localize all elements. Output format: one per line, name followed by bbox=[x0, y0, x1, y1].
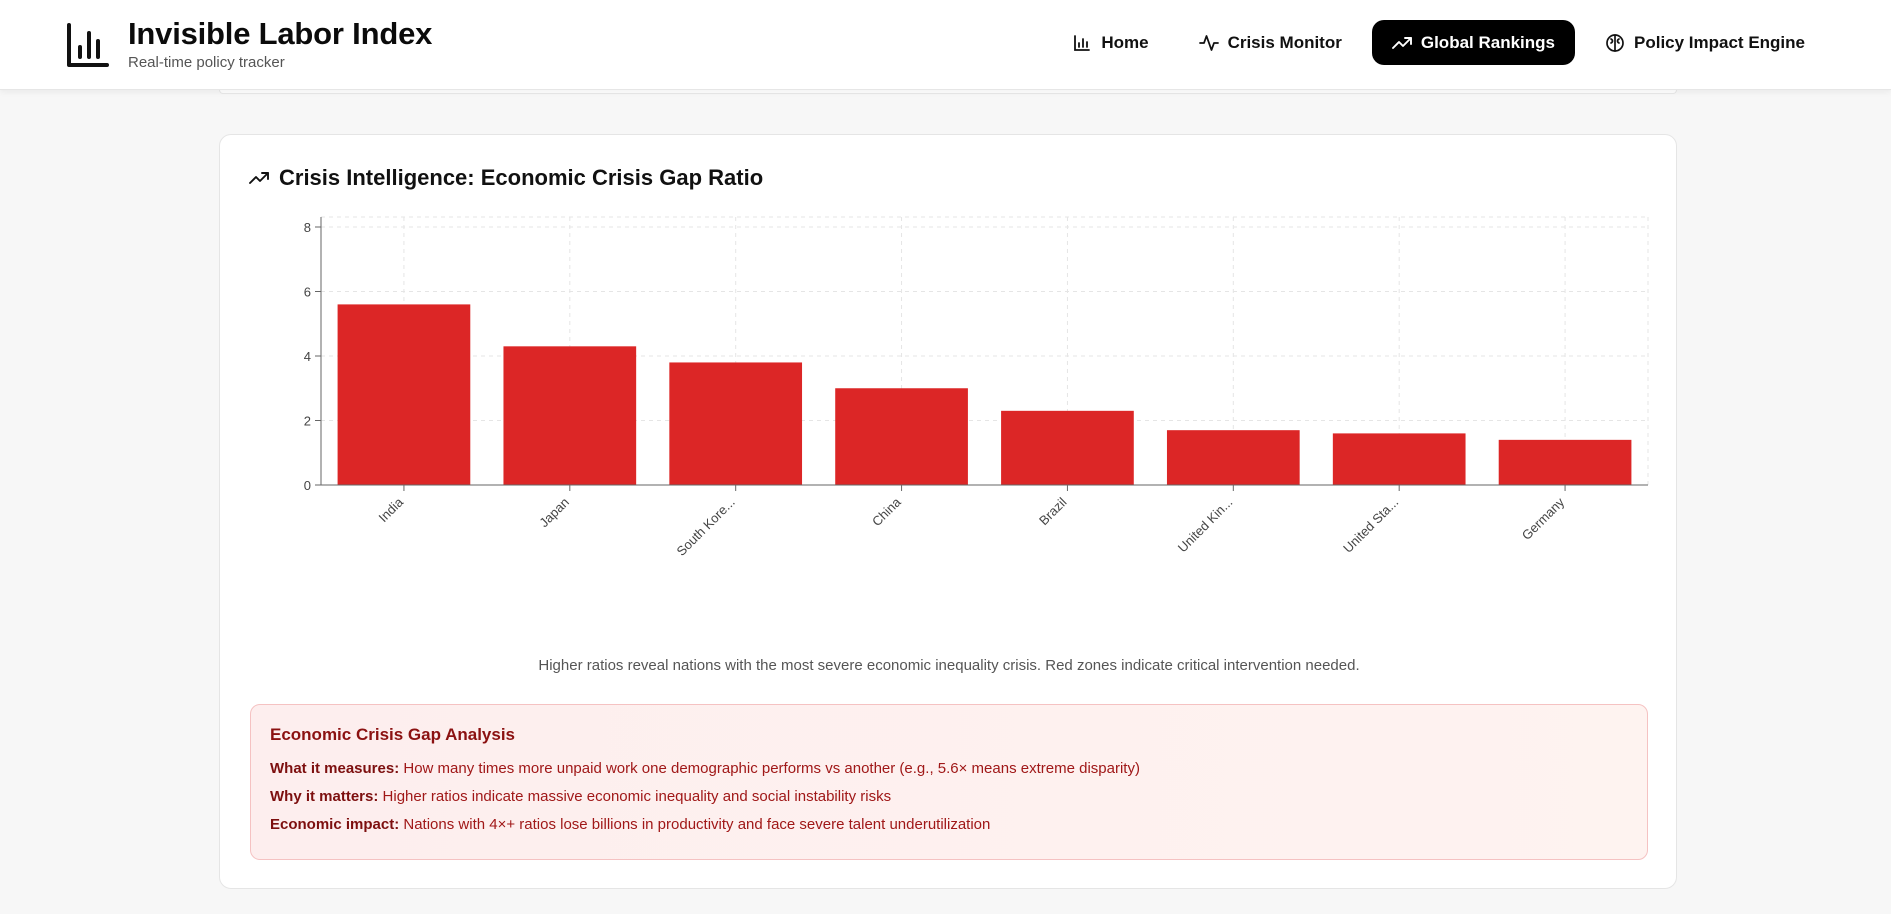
x-tick-label: China bbox=[869, 494, 904, 529]
nav-crisis-monitor[interactable]: Crisis Monitor bbox=[1179, 20, 1362, 65]
nav-global-rankings[interactable]: Global Rankings bbox=[1371, 20, 1575, 65]
previous-card-edge bbox=[219, 90, 1677, 94]
y-tick-label: 4 bbox=[304, 349, 311, 364]
x-tick-label: United Kin... bbox=[1175, 495, 1236, 556]
trending-up-icon bbox=[249, 172, 269, 184]
analysis-label: What it measures: bbox=[270, 760, 400, 777]
analysis-text: Higher ratios indicate massive economic … bbox=[382, 788, 892, 805]
y-tick-label: 6 bbox=[304, 285, 311, 300]
bar bbox=[1001, 410, 1134, 485]
nav-crisis-monitor-label: Crisis Monitor bbox=[1227, 32, 1342, 52]
bar-chart: 0 2 4 6 8 India Japan South Kore... China Brazil U… bbox=[220, 195, 1678, 585]
analysis-what-it-measures: What it measures: How many times more un… bbox=[270, 759, 1628, 778]
crisis-gap-card: Crisis Intelligence: Economic Crisis Gap… bbox=[219, 134, 1677, 889]
x-tick-label: Brazil bbox=[1036, 494, 1070, 528]
app-subtitle: Real-time policy tracker bbox=[128, 54, 285, 71]
analysis-text: How many times more unpaid work one demo… bbox=[403, 760, 1140, 777]
nav-home-label: Home bbox=[1101, 32, 1149, 52]
bar bbox=[835, 388, 968, 485]
main-nav: Home Crisis Monitor Global Rankings Poli… bbox=[1052, 20, 1825, 65]
nav-home[interactable]: Home bbox=[1052, 20, 1168, 65]
bar bbox=[669, 362, 803, 485]
analysis-title: Economic Crisis Gap Analysis bbox=[270, 725, 516, 744]
x-tick-label: South Kore... bbox=[674, 495, 738, 559]
nav-policy-impact-engine[interactable]: Policy Impact Engine bbox=[1585, 20, 1825, 65]
analysis-why-it-matters: Why it matters: Higher ratios indicate m… bbox=[270, 787, 1628, 806]
analysis-economic-impact: Economic impact: Nations with 4×+ ratios… bbox=[270, 815, 1628, 834]
bar-chart-svg: 0 2 4 6 8 India Japan South Kore... China Brazil U… bbox=[304, 216, 1649, 559]
analysis-label: Why it matters: bbox=[270, 788, 379, 805]
bar bbox=[1332, 433, 1466, 485]
y-tick-label: 2 bbox=[304, 414, 311, 429]
bar bbox=[337, 304, 471, 485]
brand[interactable]: Invisible Labor Index Real-time policy t… bbox=[66, 17, 432, 71]
x-tick-label: United Sta... bbox=[1340, 495, 1401, 556]
analysis-label: Economic impact: bbox=[270, 816, 400, 833]
x-tick-label: India bbox=[376, 494, 407, 525]
chart-caption: Higher ratios reveal nations with the mo… bbox=[538, 657, 1360, 674]
analysis-text: Nations with 4×+ ratios lose billions in… bbox=[403, 816, 991, 833]
bar bbox=[503, 346, 637, 485]
card-title: Crisis Intelligence: Economic Crisis Gap… bbox=[279, 165, 764, 190]
brain-icon bbox=[1606, 33, 1624, 52]
app-title: Invisible Labor Index bbox=[128, 16, 433, 51]
activity-icon bbox=[1198, 34, 1219, 51]
bar bbox=[1498, 439, 1632, 485]
trending-up-icon bbox=[1391, 36, 1412, 49]
x-tick-label: Japan bbox=[536, 495, 572, 531]
y-tick-label: 8 bbox=[304, 220, 311, 235]
bar-chart-logo-icon bbox=[67, 23, 109, 67]
analysis-panel: Economic Crisis Gap Analysis What it mea… bbox=[250, 704, 1648, 860]
bar-chart-icon bbox=[1074, 34, 1091, 51]
nav-global-rankings-label: Global Rankings bbox=[1420, 32, 1555, 52]
top-header: Invisible Labor Index Real-time policy t… bbox=[0, 0, 1891, 90]
bar bbox=[1166, 430, 1300, 485]
nav-policy-impact-engine-label: Policy Impact Engine bbox=[1634, 32, 1805, 52]
x-tick-label: Germany bbox=[1519, 494, 1568, 543]
card-header: Crisis Intelligence: Economic Crisis Gap… bbox=[249, 165, 763, 191]
y-tick-label: 0 bbox=[304, 478, 311, 493]
